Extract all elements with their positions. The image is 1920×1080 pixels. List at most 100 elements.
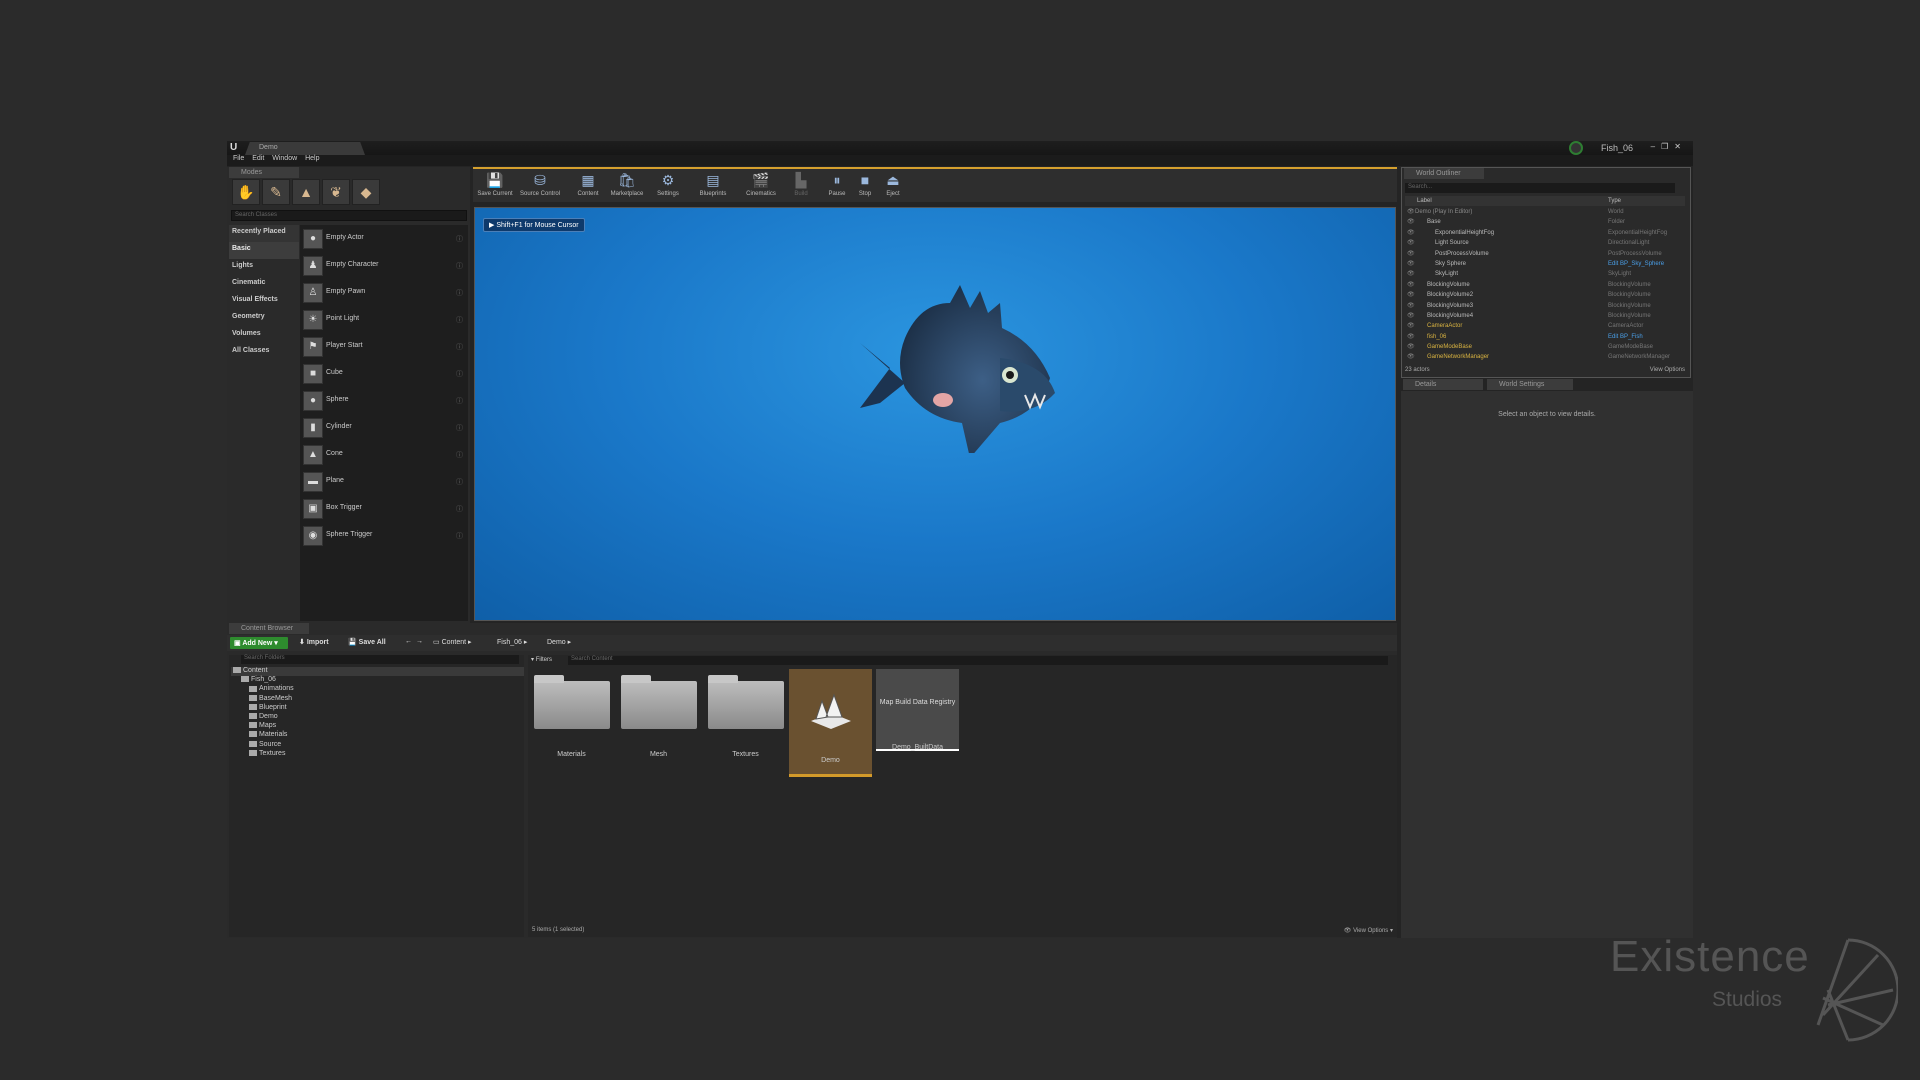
visibility-eye-icon[interactable]: 👁 [1407, 250, 1415, 257]
category-geometry[interactable]: Geometry [229, 310, 299, 327]
menu-file[interactable]: File [233, 155, 244, 162]
info-icon[interactable]: ⓘ [456, 234, 463, 244]
import-button[interactable]: ⬇ Import [299, 638, 329, 646]
blueprints-button[interactable]: ▤ Blueprints [693, 171, 733, 197]
maximize-icon[interactable]: ❐ [1661, 142, 1674, 151]
history-forward-icon[interactable]: → [416, 638, 423, 645]
folder-tree-node[interactable]: Content [231, 667, 524, 677]
menu-edit[interactable]: Edit [252, 155, 264, 162]
outliner-row[interactable]: 👁 BlockingVolume3 BlockingVolume [1405, 301, 1685, 311]
cinematics-button[interactable]: 🎬 Cinematics [741, 171, 781, 197]
folder-tree-node[interactable]: Textures [231, 750, 524, 759]
history-back-icon[interactable]: ← [405, 638, 412, 645]
outliner-row[interactable]: 👁 BlockingVolume BlockingVolume [1405, 280, 1685, 290]
visibility-eye-icon[interactable]: 👁 [1407, 239, 1415, 246]
visibility-eye-icon[interactable]: 👁 [1407, 353, 1415, 360]
class-item[interactable]: ● Sphere ⓘ [300, 387, 468, 414]
place-mode-icon[interactable]: ✋ [232, 179, 260, 205]
asset-tile-folder[interactable]: Mesh [617, 673, 700, 758]
asset-tile-map-build-data[interactable]: Map Build Data Registry Demo_BuiltData [876, 669, 959, 751]
window-controls[interactable]: –❐✕ [1651, 142, 1687, 151]
visibility-eye-icon[interactable]: 👁 [1407, 270, 1415, 277]
stop-button[interactable]: ■ Stop [851, 171, 879, 197]
breadcrumb-fish06[interactable]: Fish_06 ▸ [497, 638, 527, 646]
info-icon[interactable]: ⓘ [456, 315, 463, 325]
save-current-button[interactable]: 💾 Save Current [475, 171, 515, 197]
pause-button[interactable]: ⏸ Pause [823, 171, 851, 197]
landscape-mode-icon[interactable]: ▲ [292, 179, 320, 205]
visibility-eye-icon[interactable]: 👁 [1407, 322, 1415, 329]
visibility-eye-icon[interactable]: 👁 [1407, 343, 1415, 350]
search-folders-input[interactable]: Search Folders [241, 655, 519, 664]
outliner-row[interactable]: 👁 Light Source DirectionalLight [1405, 238, 1685, 248]
class-item[interactable]: ☀ Point Light ⓘ [300, 306, 468, 333]
world-outliner-tab[interactable]: World Outliner [1404, 168, 1484, 179]
folder-tree-node[interactable]: Fish_06 [231, 676, 524, 685]
info-icon[interactable]: ⓘ [456, 288, 463, 298]
outliner-row[interactable]: 👁 Base Folder [1405, 217, 1685, 227]
content-view-options[interactable]: 👁 View Options ▾ [1344, 927, 1393, 934]
asset-tile-level[interactable]: Demo [789, 669, 872, 777]
outliner-row[interactable]: 👁 PostProcessVolume PostProcessVolume [1405, 249, 1685, 259]
breadcrumb-content[interactable]: ▭ Content ▸ [433, 638, 472, 646]
content-browser-tab[interactable]: Content Browser [229, 623, 309, 634]
class-item[interactable]: ▮ Cylinder ⓘ [300, 414, 468, 441]
outliner-search-input[interactable]: Search... [1405, 183, 1675, 193]
info-icon[interactable]: ⓘ [456, 423, 463, 433]
visibility-eye-icon[interactable]: 👁 [1407, 333, 1415, 340]
info-icon[interactable]: ⓘ [456, 342, 463, 352]
outliner-row[interactable]: 👁 Demo (Play In Editor) World [1405, 207, 1685, 217]
info-icon[interactable]: ⓘ [456, 531, 463, 541]
class-item[interactable]: ■ Cube ⓘ [300, 360, 468, 387]
folder-tree-node[interactable]: BaseMesh [231, 695, 524, 704]
details-tab[interactable]: Details [1403, 379, 1483, 390]
marketplace-button[interactable]: 🛍 Marketplace [607, 171, 647, 197]
category-visual-effects[interactable]: Visual Effects [229, 293, 299, 310]
outliner-row[interactable]: 👁 fish_06 Edit BP_Fish [1405, 332, 1685, 342]
outliner-row[interactable]: 👁 BlockingVolume2 BlockingVolume [1405, 290, 1685, 300]
asset-tile-folder[interactable]: Materials [530, 673, 613, 758]
foliage-mode-icon[interactable]: ❦ [322, 179, 350, 205]
visibility-eye-icon[interactable]: 👁 [1407, 229, 1415, 236]
category-basic[interactable]: Basic [229, 242, 299, 259]
type-column-header[interactable]: Type [1608, 198, 1621, 204]
visibility-eye-icon[interactable]: 👁 [1407, 312, 1415, 319]
outliner-row[interactable]: 👁 CameraActor CameraActor [1405, 321, 1685, 331]
class-item[interactable]: ▬ Plane ⓘ [300, 468, 468, 495]
menu-help[interactable]: Help [305, 155, 319, 162]
outliner-row[interactable]: 👁 ExponentialHeightFog ExponentialHeightFo… [1405, 228, 1685, 238]
info-icon[interactable]: ⓘ [456, 504, 463, 514]
folder-tree-node[interactable]: Materials [231, 731, 524, 740]
search-content-input[interactable]: Search Content [568, 656, 1388, 665]
category-cinematic[interactable]: Cinematic [229, 276, 299, 293]
outliner-row[interactable]: 👁 SkyLight SkyLight [1405, 269, 1685, 279]
level-viewport[interactable]: ▶ Shift+F1 for Mouse Cursor [474, 207, 1396, 621]
category-all-classes[interactable]: All Classes [229, 344, 299, 361]
info-icon[interactable]: ⓘ [456, 477, 463, 487]
label-column-header[interactable]: Label [1417, 198, 1432, 204]
info-icon[interactable]: ⓘ [456, 261, 463, 271]
level-tab[interactable]: Demo [245, 142, 365, 155]
source-control-button[interactable]: ⛁ Source Control [517, 171, 563, 197]
class-item[interactable]: ♟ Empty Character ⓘ [300, 252, 468, 279]
class-item[interactable]: ● Empty Actor ⓘ [300, 225, 468, 252]
outliner-row[interactable]: 👁 Sky Sphere Edit BP_Sky_Sphere [1405, 259, 1685, 269]
asset-tile-folder[interactable]: Textures [704, 673, 787, 758]
category-volumes[interactable]: Volumes [229, 327, 299, 344]
visibility-eye-icon[interactable]: 👁 [1407, 218, 1415, 225]
info-icon[interactable]: ⓘ [456, 450, 463, 460]
minimize-icon[interactable]: – [1651, 142, 1661, 151]
add-new-button[interactable]: ▣ Add New ▾ [230, 637, 288, 649]
info-icon[interactable]: ⓘ [456, 396, 463, 406]
class-item[interactable]: ◉ Sphere Trigger ⓘ [300, 522, 468, 549]
visibility-eye-icon[interactable]: 👁 [1407, 281, 1415, 288]
category-lights[interactable]: Lights [229, 259, 299, 276]
modes-tab[interactable]: Modes [229, 167, 299, 178]
eject-button[interactable]: ⏏ Eject [879, 171, 907, 197]
content-button[interactable]: ▦ Content [573, 171, 603, 197]
outliner-row[interactable]: 👁 GameModeBase GameModeBase [1405, 342, 1685, 352]
world-settings-tab[interactable]: World Settings [1487, 379, 1573, 390]
geometry-mode-icon[interactable]: ◆ [352, 179, 380, 205]
class-item[interactable]: ♙ Empty Pawn ⓘ [300, 279, 468, 306]
filters-button[interactable]: ▾ Filters [531, 656, 552, 663]
